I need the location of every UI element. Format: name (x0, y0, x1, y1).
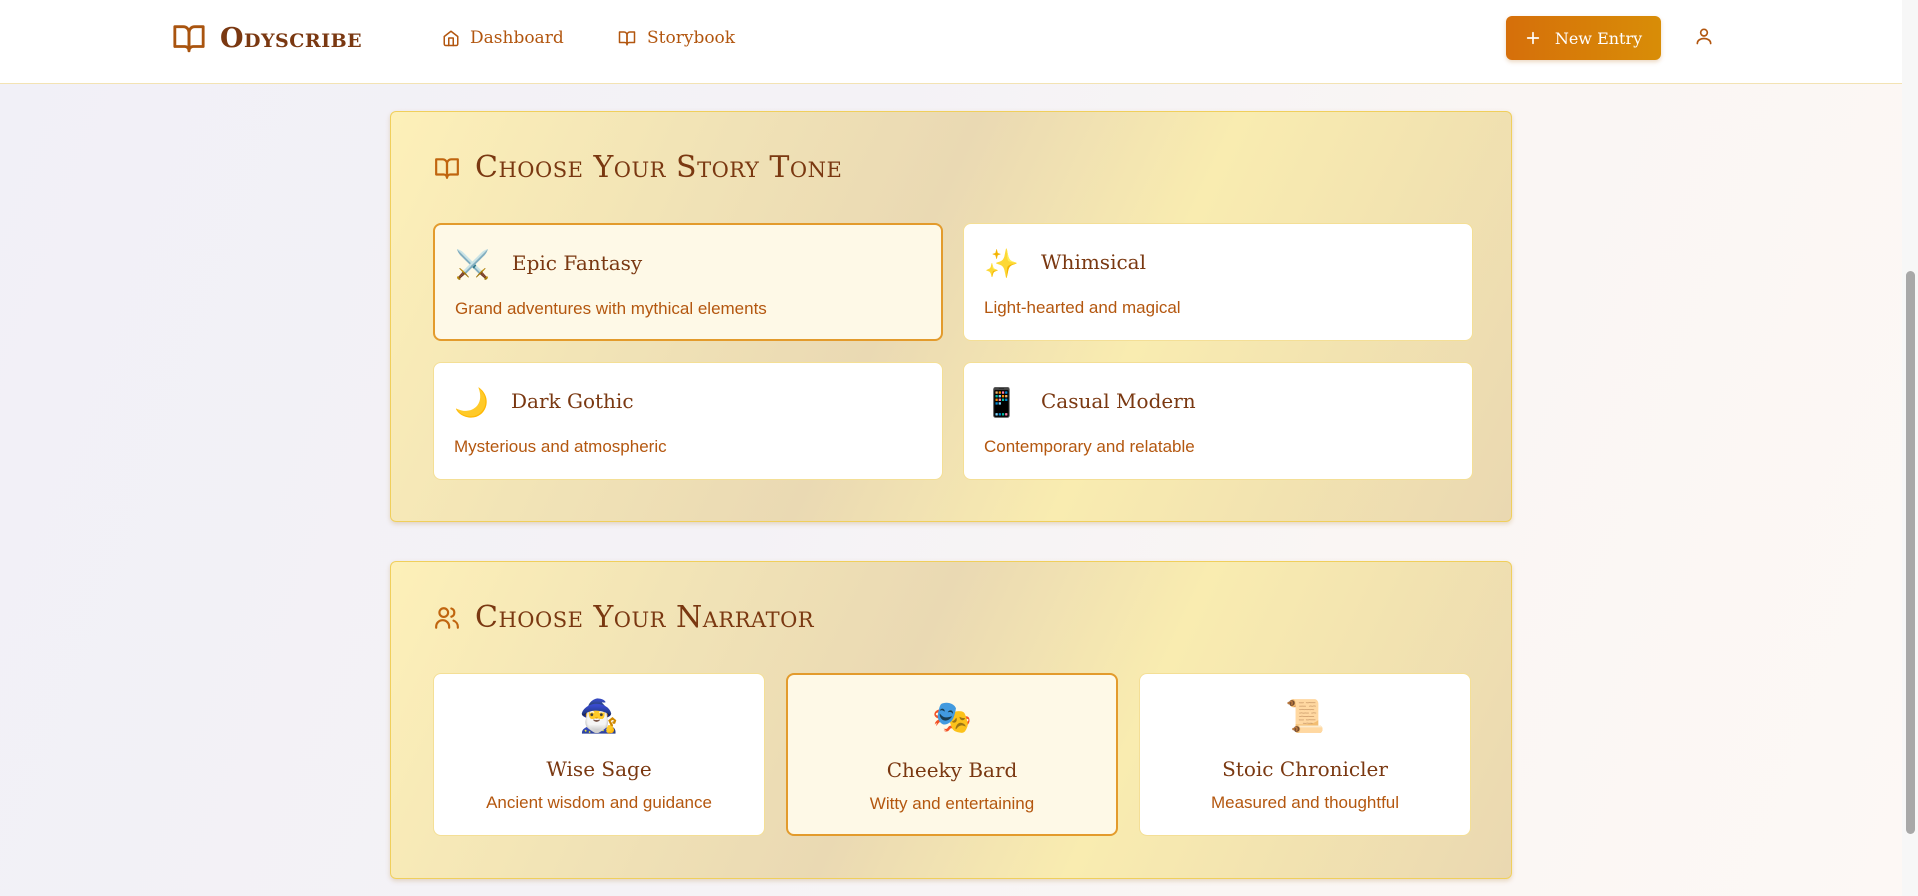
scroll-icon: 📜 (1285, 698, 1325, 734)
tone-option-description: Grand adventures with mythical elements (455, 299, 767, 318)
tone-option-name: Whimsical (1041, 250, 1146, 274)
narrator-option-description: Witty and entertaining (869, 794, 1035, 813)
tone-option-whimsical[interactable]: ✨ Whimsical Light-hearted and magical (963, 223, 1473, 341)
narrator-option-name: Cheeky Bard (886, 758, 1018, 782)
narrator-option-wise-sage[interactable]: 🧙‍♂️ Wise Sage Ancient wisdom and guidan… (433, 673, 765, 836)
new-entry-label: New Entry (1554, 28, 1643, 48)
tone-option-description: Light-hearted and magical (984, 298, 1181, 317)
tone-option-dark-gothic[interactable]: 🌙 Dark Gothic Mysterious and atmospheric (433, 362, 943, 480)
narrator-option-description: Measured and thoughtful (1210, 793, 1400, 812)
story-tone-panel: Choose Your Story Tone ⚔️ Epic Fantasy G… (390, 111, 1512, 522)
wizard-icon: 🧙‍♂️ (579, 698, 619, 734)
tone-option-name: Dark Gothic (511, 389, 634, 413)
narrator-option-stoic-chronicler[interactable]: 📜 Stoic Chronicler Measured and thoughtf… (1139, 673, 1471, 836)
nav-storybook-label: Storybook (647, 28, 736, 48)
tone-option-description: Mysterious and atmospheric (454, 437, 667, 456)
narrator-option-cheeky-bard[interactable]: 🎭 Cheeky Bard Witty and entertaining (786, 673, 1118, 836)
narrator-option-name: Stoic Chronicler (1222, 757, 1388, 781)
tone-option-description: Contemporary and relatable (984, 437, 1195, 456)
nav-storybook[interactable]: Storybook (617, 24, 735, 52)
tone-option-name: Epic Fantasy (512, 251, 643, 275)
nav-dashboard[interactable]: Dashboard (442, 24, 564, 52)
tone-option-epic-fantasy[interactable]: ⚔️ Epic Fantasy Grand adventures with my… (433, 223, 943, 341)
narrator-title: Choose Your Narrator (475, 600, 815, 635)
book-open-icon (435, 157, 459, 179)
new-entry-button[interactable]: New Entry (1506, 16, 1661, 60)
narrator-heading: Choose Your Narrator (433, 600, 814, 635)
crescent-moon-icon: 🌙 (454, 387, 489, 418)
nav-dashboard-label: Dashboard (470, 28, 564, 48)
story-tone-heading: Choose Your Story Tone (433, 150, 842, 185)
top-navbar: Odyscribe Dashboard Storybook New Entry (0, 0, 1902, 84)
user-icon (1696, 28, 1712, 45)
scrollbar-thumb[interactable] (1906, 271, 1915, 834)
narrator-option-description: Ancient wisdom and guidance (486, 793, 712, 812)
user-menu-button[interactable] (1694, 26, 1718, 50)
sparkles-icon: ✨ (984, 248, 1019, 279)
book-icon (618, 31, 636, 46)
narrator-option-name: Wise Sage (546, 757, 652, 781)
logo-text: Odyscribe (220, 22, 363, 54)
crossed-swords-icon: ⚔️ (455, 249, 490, 280)
narrator-panel: Choose Your Narrator 🧙‍♂️ Wise Sage Anci… (390, 561, 1512, 879)
mobile-phone-icon: 📱 (984, 387, 1019, 418)
logo[interactable]: Odyscribe (170, 18, 362, 58)
book-open-icon (173, 25, 205, 53)
tone-option-name: Casual Modern (1041, 389, 1196, 413)
home-icon (443, 30, 459, 47)
story-tone-title: Choose Your Story Tone (475, 150, 843, 185)
tone-option-casual-modern[interactable]: 📱 Casual Modern Contemporary and relatab… (963, 362, 1473, 480)
plus-icon (1526, 31, 1539, 45)
users-icon (435, 606, 459, 629)
theater-masks-icon: 🎭 (932, 699, 972, 735)
